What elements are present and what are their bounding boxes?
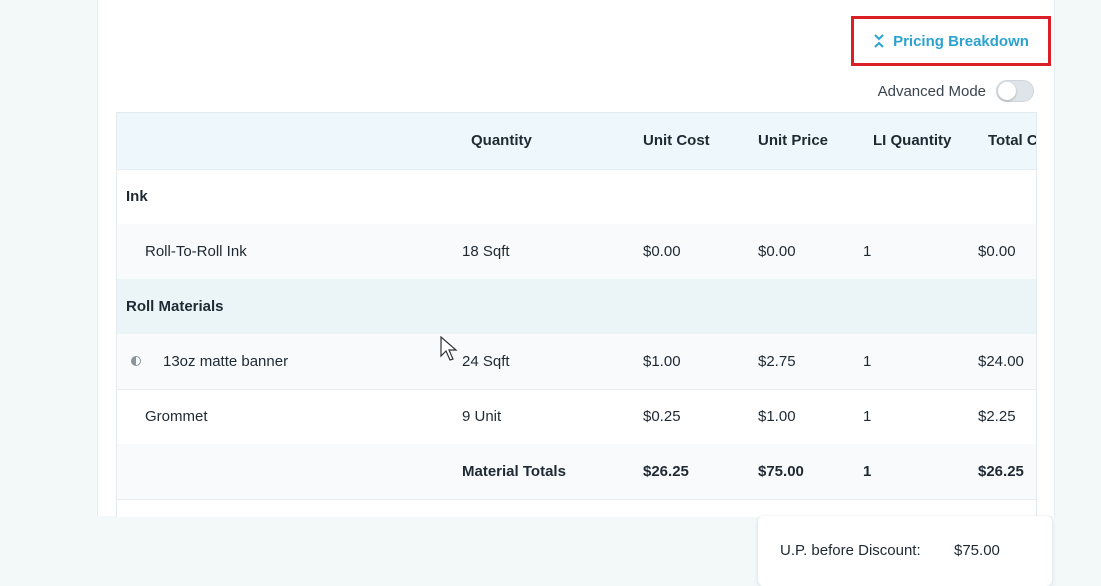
table-row[interactable]: 13oz matte banner 24 Sqft $1.00 $2.75 1 … [117, 334, 1036, 390]
discount-summary-card: U.P. before Discount: $75.00 [758, 516, 1052, 586]
table-row[interactable]: Grommet 9 Unit $0.25 $1.00 1 $2.25 [117, 389, 1036, 445]
table-row[interactable]: Roll-To-Roll Ink 18 Sqft $0.00 $0.00 1 $… [117, 224, 1036, 280]
item-quantity: 18 Sqft [462, 243, 510, 260]
item-total: $2.25 [978, 408, 1016, 425]
item-li-quantity: 1 [863, 353, 872, 370]
item-unit-price: $0.00 [758, 243, 796, 260]
item-unit-price: $1.00 [758, 408, 796, 425]
group-title-roll-materials: Roll Materials [126, 298, 224, 315]
header-li-quantity[interactable]: LI Quantity [873, 113, 951, 169]
header-total[interactable]: Total C [988, 113, 1036, 169]
summary-label: U.P. before Discount: [780, 542, 921, 559]
group-row-ink: Ink [117, 169, 1036, 225]
mouse-pointer-icon [440, 335, 458, 367]
totals-unit-price: $75.00 [758, 463, 804, 480]
advanced-mode: Advanced Mode [878, 80, 1034, 102]
item-unit-cost: $0.00 [643, 243, 681, 260]
group-row-roll-materials: Roll Materials [117, 279, 1036, 335]
item-quantity: 24 Sqft [462, 353, 510, 370]
item-li-quantity: 1 [863, 408, 872, 425]
group-title-ink: Ink [126, 188, 148, 205]
summary-value: $75.00 [954, 542, 1000, 559]
totals-label: Material Totals [462, 463, 566, 480]
table-header-row: Quantity Unit Cost Unit Price LI Quantit… [117, 113, 1036, 170]
header-unit-cost[interactable]: Unit Cost [643, 113, 710, 169]
totals-li-quantity: 1 [863, 463, 872, 480]
pricing-breakdown-button[interactable]: Pricing Breakdown [851, 16, 1051, 66]
toggle-knob [998, 82, 1016, 100]
advanced-mode-label: Advanced Mode [877, 82, 986, 100]
pricing-breakdown-label: Pricing Breakdown [893, 32, 1029, 50]
item-unit-cost: $1.00 [643, 353, 681, 370]
totals-total: $26.25 [978, 463, 1024, 480]
item-total: $0.00 [978, 243, 1016, 260]
item-name: Roll-To-Roll Ink [145, 243, 247, 260]
header-unit-price[interactable]: Unit Price [758, 113, 828, 169]
item-unit-price: $2.75 [758, 353, 796, 370]
header-quantity[interactable]: Quantity [471, 113, 532, 169]
advanced-mode-toggle[interactable] [996, 80, 1034, 102]
item-li-quantity: 1 [863, 243, 872, 260]
half-circle-icon [131, 334, 141, 389]
collapse-chevrons-icon [873, 34, 885, 48]
item-name: 13oz matte banner [163, 353, 289, 370]
item-total: $24.00 [978, 353, 1024, 370]
item-quantity: 9 Unit [462, 408, 502, 425]
totals-unit-cost: $26.25 [643, 463, 689, 480]
item-unit-cost: $0.25 [643, 408, 681, 425]
pricing-table: Quantity Unit Cost Unit Price LI Quantit… [116, 112, 1037, 517]
totals-row: Material Totals $26.25 $75.00 1 $26.25 [117, 444, 1036, 500]
item-name: Grommet [145, 408, 208, 425]
